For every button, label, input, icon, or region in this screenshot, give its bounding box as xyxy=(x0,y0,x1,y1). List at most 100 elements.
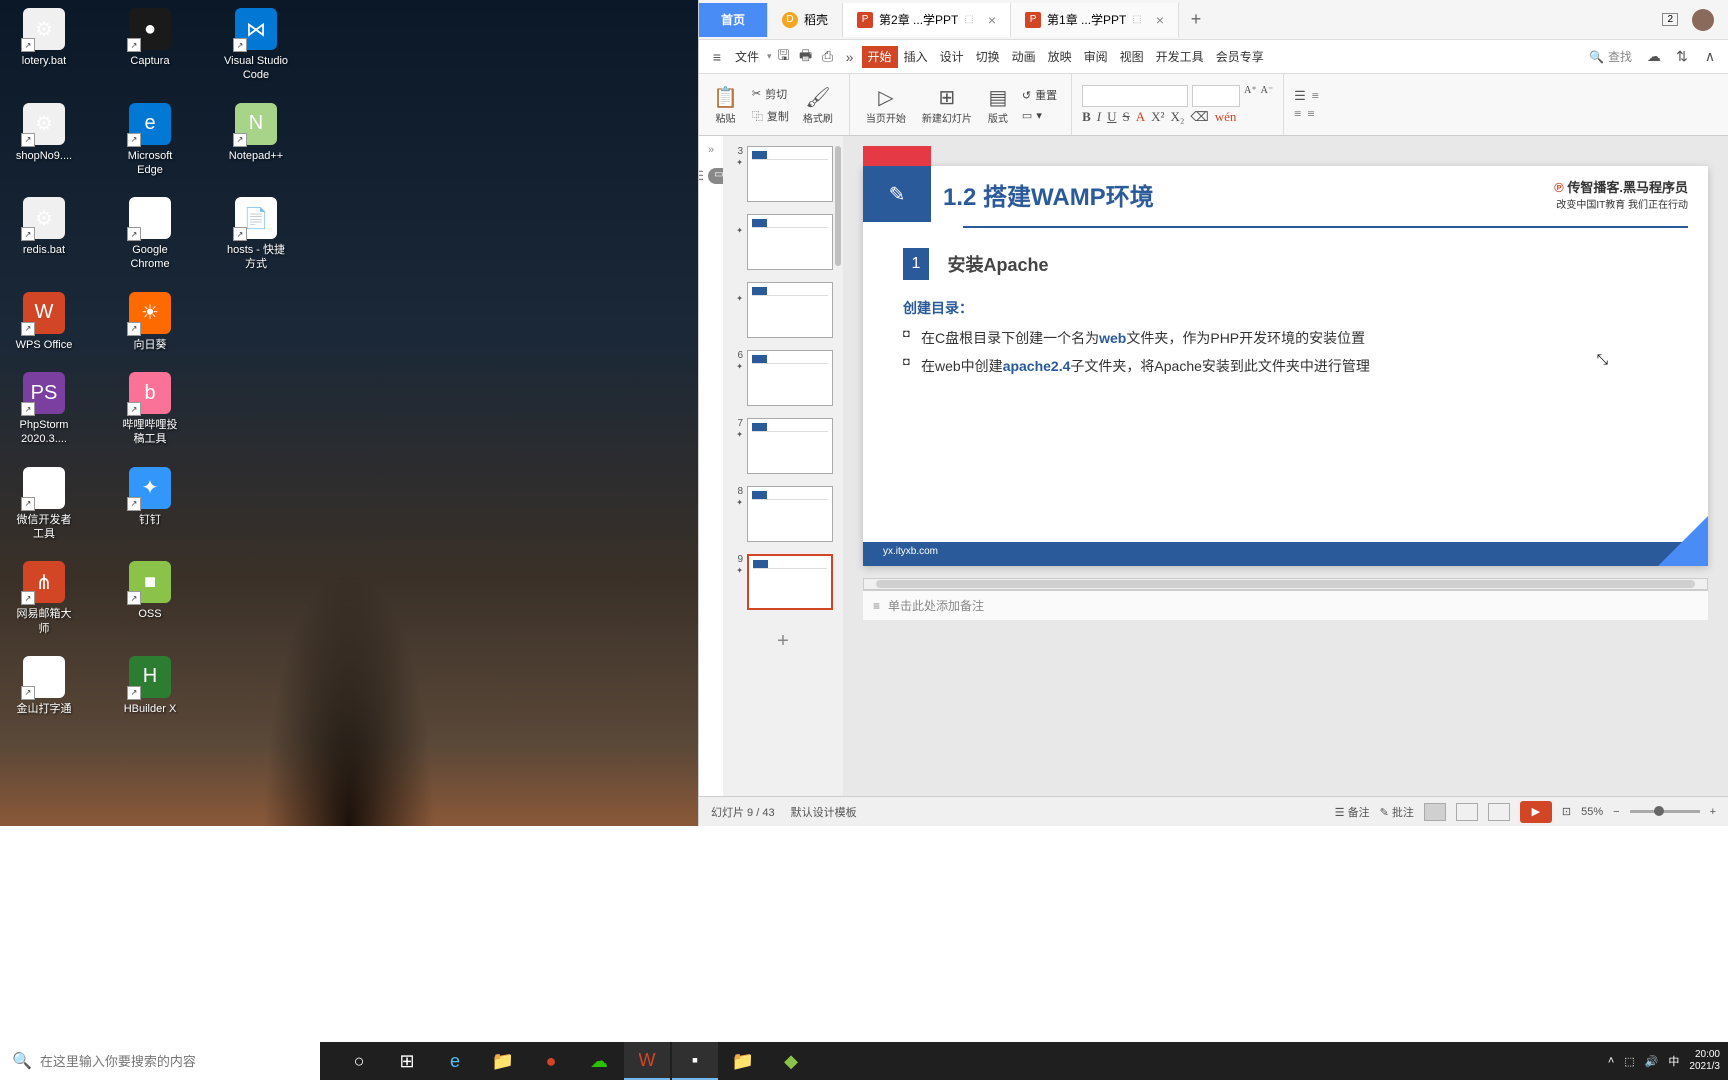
fit-icon[interactable]: ⊡ xyxy=(1562,805,1571,818)
tab-daoke[interactable]: D 稻壳 xyxy=(768,3,843,37)
play-from-current-button[interactable]: ▷ 当页开始 xyxy=(860,81,912,129)
add-tab-button[interactable]: + xyxy=(1179,9,1213,30)
menu-tab-3[interactable]: 切换 xyxy=(970,46,1006,68)
menu-tab-8[interactable]: 开发工具 xyxy=(1150,46,1210,68)
desktop-icon-hosts[interactable]: 📄↗hosts - 快捷方式 xyxy=(224,197,288,272)
number-list-icon[interactable]: ≡ xyxy=(1312,88,1319,104)
decrease-font-icon[interactable]: A⁻ xyxy=(1261,85,1274,107)
pin-icon[interactable]: ⬚ xyxy=(964,14,973,25)
underline-icon[interactable]: U xyxy=(1107,109,1116,125)
close-icon[interactable]: × xyxy=(1156,12,1164,28)
desktop-icon-shopno9[interactable]: ⚙↗shopNo9.... xyxy=(12,103,76,178)
outline-view-icon[interactable]: ☰ xyxy=(699,168,704,184)
italic-icon[interactable]: I xyxy=(1097,109,1101,125)
menu-tab-6[interactable]: 审阅 xyxy=(1078,46,1114,68)
notification-badge[interactable]: 2 xyxy=(1662,13,1678,26)
terminal-taskbar-icon[interactable]: ▪ xyxy=(672,1042,718,1080)
search-label[interactable]: 查找 xyxy=(1608,48,1632,65)
desktop-icon-hbuilderx[interactable]: H↗HBuilder X xyxy=(118,656,182,716)
notes-toggle[interactable]: ☰ 备注 xyxy=(1335,804,1370,820)
menu-tab-9[interactable]: 会员专享 xyxy=(1210,46,1270,68)
section-button[interactable]: ▭▾ xyxy=(1018,107,1061,124)
menu-tab-2[interactable]: 设计 xyxy=(934,46,970,68)
wechat-taskbar-icon[interactable]: ☁ xyxy=(576,1042,622,1080)
pin-icon[interactable]: ⬚ xyxy=(1132,14,1141,25)
tab-home[interactable]: 首页 xyxy=(699,3,768,37)
strikethrough-icon[interactable]: S xyxy=(1123,109,1130,125)
volume-icon[interactable]: 🔊 xyxy=(1645,1055,1659,1068)
subscript-icon[interactable]: X₂ xyxy=(1170,109,1184,125)
desktop-icon-dingtalk[interactable]: ✦↗钉钉 xyxy=(118,467,182,542)
zoom-in-icon[interactable]: + xyxy=(1710,806,1716,818)
phonetic-icon[interactable]: wén xyxy=(1215,109,1237,125)
format-painter-button[interactable]: 🖌 格式刷 xyxy=(797,81,839,129)
superscript-icon[interactable]: X² xyxy=(1151,109,1164,125)
desktop-icon-redis-bat[interactable]: ⚙↗redis.bat xyxy=(12,197,76,272)
zoom-slider[interactable] xyxy=(1630,810,1700,813)
slide-thumbnail[interactable] xyxy=(747,282,833,338)
desktop-icon-bilibili-tool[interactable]: b↗哔哩哔哩投稿工具 xyxy=(118,372,182,447)
desktop-icon-edge[interactable]: e↗Microsoft Edge xyxy=(118,103,182,178)
font-family-select[interactable] xyxy=(1082,85,1188,107)
print-icon[interactable]: ⎙ xyxy=(818,47,838,67)
current-slide[interactable]: ✎ 1.2 搭建WAMP环境 ℗ 传智播客.黑马程序员 改变中国IT教育 我们正… xyxy=(863,166,1708,566)
save-icon[interactable]: 🖫 xyxy=(774,47,794,67)
slide-thumbnail[interactable] xyxy=(747,350,833,406)
thumbnail-item[interactable]: 6✦ xyxy=(729,350,837,406)
align-left-icon[interactable]: ≡ xyxy=(1294,106,1301,122)
menu-tab-5[interactable]: 放映 xyxy=(1042,46,1078,68)
menu-tab-1[interactable]: 插入 xyxy=(898,46,934,68)
reset-button[interactable]: ↺重置 xyxy=(1018,85,1061,105)
thumbnail-item[interactable]: ✦ xyxy=(729,214,837,270)
slide-thumbnail[interactable] xyxy=(747,554,833,610)
desktop-icon-jinshan[interactable]: ✿↗金山打字通 xyxy=(12,656,76,716)
thumbnail-item[interactable]: 9✦ xyxy=(729,554,837,610)
menu-tab-7[interactable]: 视图 xyxy=(1114,46,1150,68)
font-size-select[interactable] xyxy=(1192,85,1240,107)
search-input[interactable] xyxy=(40,1054,308,1069)
desktop-icon-vscode[interactable]: ⋈↗Visual Studio Code xyxy=(224,8,288,83)
slide-thumbnail[interactable] xyxy=(747,418,833,474)
thumbnail-item[interactable]: 8✦ xyxy=(729,486,837,542)
hamburger-icon[interactable]: ≡ xyxy=(707,47,727,67)
tray-expand-icon[interactable]: ˄ xyxy=(1608,1055,1614,1067)
new-slide-button[interactable]: ⊞ 新建幻灯片 xyxy=(916,81,978,129)
notes-placeholder[interactable]: 单击此处添加备注 xyxy=(888,597,984,614)
normal-view-icon[interactable] xyxy=(1424,803,1446,821)
desktop-icon-wps-office[interactable]: W↗WPS Office xyxy=(12,292,76,352)
desktop-icon-captura[interactable]: ●↗Captura xyxy=(118,8,182,83)
bold-icon[interactable]: B xyxy=(1082,109,1091,125)
bullet-list-icon[interactable]: ☰ xyxy=(1294,88,1306,104)
font-color-icon[interactable]: A xyxy=(1136,109,1145,125)
desktop-icon-wechat-dev[interactable]: ▶↗微信开发者工具 xyxy=(12,467,76,542)
explorer2-taskbar-icon[interactable]: 📁 xyxy=(720,1042,766,1080)
taskbar-search[interactable]: 🔍 xyxy=(0,1042,320,1080)
slide-thumbnail[interactable] xyxy=(747,214,833,270)
reading-view-icon[interactable] xyxy=(1488,803,1510,821)
zoom-level[interactable]: 55% xyxy=(1581,806,1603,818)
desktop-icon-phpstorm[interactable]: PS↗PhpStorm 2020.3.... xyxy=(12,372,76,447)
clock[interactable]: 20:00 2021/3 xyxy=(1689,1049,1720,1073)
user-avatar[interactable] xyxy=(1692,9,1714,31)
menu-tab-0[interactable]: 开始 xyxy=(862,46,898,68)
cortana-icon[interactable]: ○ xyxy=(336,1042,382,1080)
desktop-icon-oss[interactable]: ■↗OSS xyxy=(118,561,182,636)
cut-button[interactable]: ✂剪切 xyxy=(748,84,793,104)
zoom-out-icon[interactable]: − xyxy=(1613,806,1619,818)
app-taskbar-icon[interactable]: ◆ xyxy=(768,1042,814,1080)
layout-button[interactable]: ▤ 版式 xyxy=(982,81,1014,129)
thumbnail-item[interactable]: 3✦ xyxy=(729,146,837,202)
thumbnail-item[interactable]: 7✦ xyxy=(729,418,837,474)
record-taskbar-icon[interactable]: ● xyxy=(528,1042,574,1080)
close-icon[interactable]: × xyxy=(988,12,996,28)
align-center-icon[interactable]: ≡ xyxy=(1307,106,1314,122)
sorter-view-icon[interactable] xyxy=(1456,803,1478,821)
tab-doc1[interactable]: P 第2章 ...学PPT ⬚ × xyxy=(843,3,1011,37)
cloud-up-icon[interactable]: ⇅ xyxy=(1672,47,1692,67)
copy-button[interactable]: ⿻复制 xyxy=(748,106,793,126)
menu-tab-4[interactable]: 动画 xyxy=(1006,46,1042,68)
paste-button[interactable]: 📋 粘贴 xyxy=(707,81,744,129)
more-icon[interactable]: » xyxy=(840,47,860,67)
ime-indicator[interactable]: 中 xyxy=(1668,1053,1679,1069)
explorer-taskbar-icon[interactable]: 📁 xyxy=(480,1042,526,1080)
